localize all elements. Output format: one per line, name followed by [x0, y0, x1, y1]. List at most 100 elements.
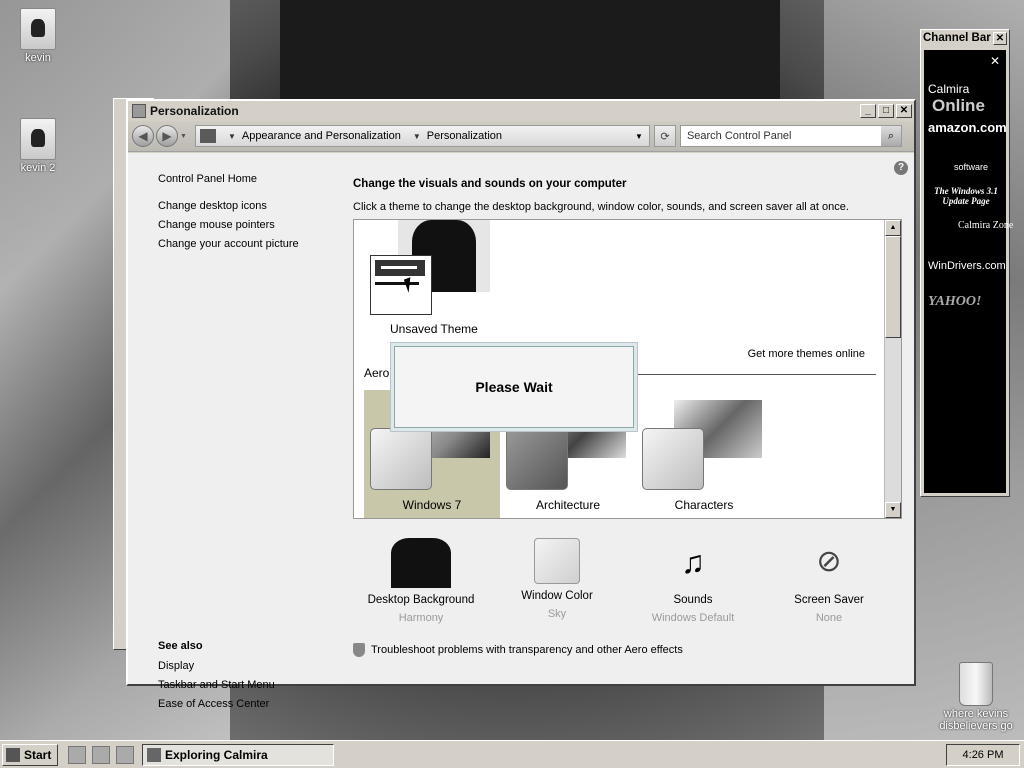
- folder-icon: [20, 118, 56, 160]
- task-label: Exploring Calmira: [165, 748, 268, 762]
- theme-color-swatch: [370, 428, 432, 490]
- change-desktop-icons-link[interactable]: Change desktop icons: [158, 200, 338, 212]
- task-exploring-calmira[interactable]: Exploring Calmira: [142, 744, 334, 766]
- search-box[interactable]: ⌕: [679, 125, 902, 147]
- page-subtitle: Click a theme to change the desktop back…: [353, 201, 849, 213]
- desktop-icon-kevin[interactable]: kevin: [3, 8, 73, 64]
- desktop-icon-kevin-2[interactable]: kevin 2: [3, 118, 73, 174]
- channel-bar-close-button[interactable]: ✕: [993, 31, 1007, 45]
- minimize-button[interactable]: _: [860, 104, 876, 118]
- explorer-icon: [147, 748, 161, 762]
- theme-color-swatch: [642, 428, 704, 490]
- clock: 4:26 PM: [962, 749, 1004, 761]
- scroll-down-icon[interactable]: ▼: [885, 502, 901, 518]
- breadcrumb-appearance[interactable]: Appearance and Personalization: [242, 130, 401, 142]
- refresh-button[interactable]: ⟳: [653, 125, 676, 147]
- theme-name: Architecture: [535, 498, 601, 512]
- window-color-setting[interactable]: Window Color Sky: [489, 538, 625, 620]
- theme-settings-row: Desktop Background Harmony Window Color …: [353, 538, 913, 628]
- taskbar: Start Exploring Calmira 4:26 PM: [0, 740, 1024, 768]
- close-icon[interactable]: ✕: [990, 54, 1000, 68]
- quick-launch-printer-icon[interactable]: [116, 746, 134, 764]
- back-button[interactable]: ◀: [132, 125, 154, 147]
- channel-yahoo[interactable]: YAHOO!: [928, 294, 1004, 310]
- channel-windows-31-update[interactable]: The Windows 3.1 Update Page: [928, 186, 1004, 206]
- address-dropdown-icon[interactable]: ▼: [635, 132, 643, 141]
- channel-calmira-online[interactable]: Calmira Online: [928, 82, 1004, 116]
- scroll-thumb[interactable]: [885, 236, 901, 338]
- ease-of-access-link[interactable]: Ease of Access Center: [158, 698, 275, 710]
- maximize-button[interactable]: □: [878, 104, 894, 118]
- desktop-icon-label: kevin: [25, 52, 51, 64]
- channel-amazon[interactable]: amazon.com: [928, 120, 1007, 135]
- system-tray-clock[interactable]: 4:26 PM: [946, 744, 1020, 766]
- change-mouse-pointers-link[interactable]: Change mouse pointers: [158, 219, 338, 231]
- forward-button[interactable]: ▶: [156, 125, 178, 147]
- unsaved-theme-label[interactable]: Unsaved Theme: [390, 322, 478, 336]
- help-icon[interactable]: ?: [894, 161, 908, 175]
- quick-launch-explore-icon[interactable]: [68, 746, 86, 764]
- please-wait-text: Please Wait: [394, 346, 634, 428]
- window-title: Personalization: [150, 104, 239, 118]
- desktop-icon-recycle-bin[interactable]: where kevins disbelievers go: [936, 662, 1016, 732]
- history-dropdown-icon[interactable]: ▼: [180, 133, 187, 140]
- desktop-icon-label: kevin 2: [20, 162, 56, 174]
- theme-characters[interactable]: Characters: [636, 390, 772, 518]
- address-bar[interactable]: ▼ Appearance and Personalization ▼ Perso…: [194, 125, 650, 147]
- personalization-window[interactable]: Personalization _ □ ✕ ◀ ▶ ▼ ▼ Appearance…: [126, 99, 916, 710]
- search-icon[interactable]: ⌕: [880, 126, 901, 146]
- setting-value: Windows Default: [651, 612, 735, 624]
- taskbar-start-menu-link[interactable]: Taskbar and Start Menu: [158, 679, 275, 691]
- channel-software[interactable]: software: [954, 162, 1024, 172]
- breadcrumb-arrow-icon[interactable]: ▼: [413, 132, 421, 141]
- left-navigation: Control Panel Home Change desktop icons …: [158, 173, 338, 257]
- title-bar[interactable]: Personalization _ □ ✕: [128, 101, 914, 121]
- sounds-setting[interactable]: ♫ Sounds Windows Default: [625, 538, 761, 624]
- aero-section-label: Aero: [364, 366, 390, 380]
- setting-label: Window Color: [521, 590, 593, 602]
- setting-label: Desktop Background: [367, 594, 475, 606]
- screen-saver-setting[interactable]: ⊘ Screen Saver None: [761, 538, 897, 624]
- breadcrumb-arrow-icon[interactable]: ▼: [228, 132, 236, 141]
- quick-launch-documents-icon[interactable]: [92, 746, 110, 764]
- troubleshoot-text[interactable]: Troubleshoot problems with transparency …: [371, 644, 683, 656]
- theme-scrollbar[interactable]: ▲ ▼: [884, 220, 901, 518]
- close-button[interactable]: ✕: [896, 104, 912, 118]
- channel-bar[interactable]: Channel Bar ✕ ✕ Calmira Online amazon.co…: [920, 29, 1013, 497]
- content-area: ? Control Panel Home Change desktop icon…: [128, 153, 914, 710]
- screen-saver-icon: ⊘: [816, 545, 842, 578]
- display-link[interactable]: Display: [158, 660, 275, 672]
- theme-name: Characters: [674, 498, 734, 512]
- address-toolbar: ◀ ▶ ▼ ▼ Appearance and Personalization ▼…: [128, 121, 914, 152]
- breadcrumb-personalization[interactable]: Personalization: [427, 130, 502, 142]
- windows-logo-icon: [6, 748, 20, 762]
- channel-panel: ✕ Calmira Online amazon.com software The…: [924, 50, 1013, 493]
- window-preview-icon: [370, 255, 432, 315]
- desktop-background-icon: [391, 538, 451, 588]
- folder-icon: [20, 8, 56, 50]
- setting-label: Sounds: [673, 594, 713, 606]
- sounds-icon: ♫: [681, 544, 705, 580]
- control-panel-home-link[interactable]: Control Panel Home: [158, 173, 338, 185]
- channel-windrivers[interactable]: WinDrivers.com: [928, 260, 1006, 272]
- channel-bar-title: Channel Bar: [923, 32, 991, 44]
- setting-value: Harmony: [398, 612, 444, 624]
- desktop: kevin kevin 2 where kevins disbelievers …: [0, 0, 1024, 740]
- troubleshoot-link[interactable]: Troubleshoot problems with transparency …: [353, 643, 683, 657]
- scroll-up-icon[interactable]: ▲: [885, 220, 901, 236]
- change-account-picture-link[interactable]: Change your account picture: [158, 238, 338, 250]
- theme-list[interactable]: Unsaved Theme Get more themes online Aer…: [353, 219, 902, 519]
- channel-bar-title-bar[interactable]: Channel Bar ✕: [921, 30, 1009, 46]
- control-panel-icon: [199, 129, 216, 143]
- page-title: Change the visuals and sounds on your co…: [353, 178, 627, 190]
- desktop-background-setting[interactable]: Desktop Background Harmony: [353, 538, 489, 624]
- search-input[interactable]: [680, 129, 881, 143]
- channel-calmira-zone[interactable]: Calmira Zone: [958, 220, 1024, 231]
- desktop-icon-label: where kevins disbelievers go: [939, 708, 1013, 732]
- shield-icon: [353, 643, 365, 657]
- start-label: Start: [24, 748, 52, 762]
- theme-color-swatch: [506, 428, 568, 490]
- please-wait-dialog: Please Wait: [390, 342, 638, 432]
- start-button[interactable]: Start: [2, 744, 58, 766]
- get-more-themes-link[interactable]: Get more themes online: [748, 348, 865, 360]
